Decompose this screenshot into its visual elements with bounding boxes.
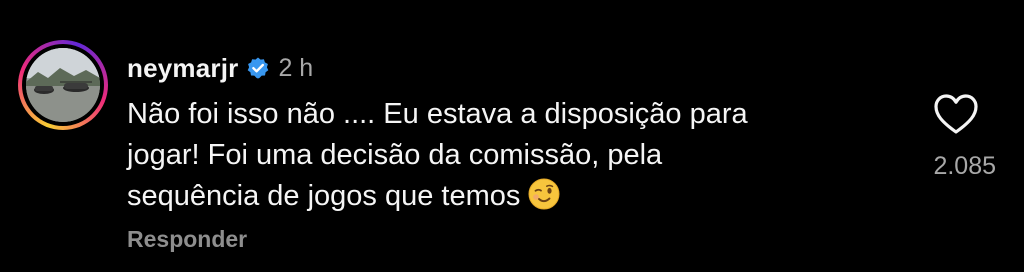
like-count: 2.085	[933, 152, 996, 180]
winking-face-emoji-icon	[528, 178, 560, 210]
verified-badge-icon	[246, 56, 270, 80]
reply-button[interactable]: Responder	[127, 226, 247, 253]
avatar-story-ring[interactable]	[18, 40, 108, 130]
comment-text-line: sequência de jogos que temos	[127, 180, 521, 212]
heart-outline-icon	[934, 94, 978, 134]
avatar	[26, 48, 100, 122]
comment-text: Não foi isso não .... Eu estava a dispos…	[127, 94, 887, 217]
username[interactable]: neymarjr	[127, 53, 238, 84]
comment-text-line: Não foi isso não .... Eu estava a dispos…	[127, 98, 748, 130]
comment-text-line-last: sequência de jogos que temos	[127, 176, 887, 217]
timestamp: 2 h	[278, 53, 314, 82]
comment-row: neymarjr 2 h Não foi isso não .... Eu es…	[0, 0, 1024, 272]
like-button[interactable]	[932, 92, 980, 136]
comment-header: neymarjr 2 h	[127, 50, 313, 86]
comment-text-line: jogar! Foi uma decisão da comissão, pela	[127, 139, 663, 171]
